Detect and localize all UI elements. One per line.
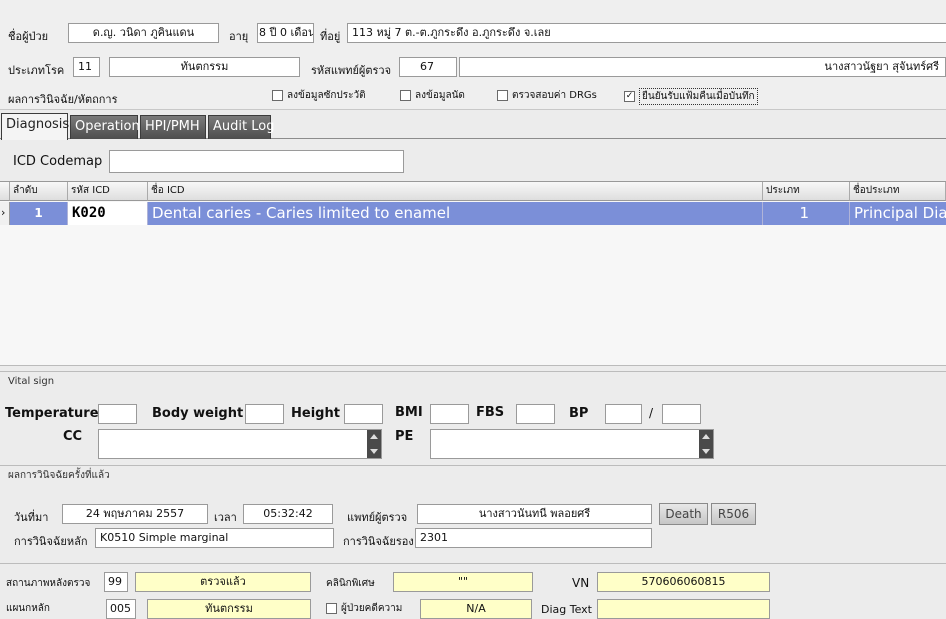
height-input[interactable]	[344, 404, 383, 424]
death-button[interactable]: Death	[659, 503, 708, 525]
disease-type-name-field[interactable]: ทันตกรรม	[109, 57, 300, 77]
bmi-label: BMI	[395, 405, 423, 420]
row-icd-name[interactable]: Dental caries - Caries limited to enamel	[148, 202, 763, 225]
temperature-input[interactable]	[98, 404, 137, 424]
sick-case-checkbox[interactable]: ผู้ป่วยคดีความ	[326, 601, 402, 616]
grid-indicator-header	[0, 182, 10, 201]
row-type[interactable]: 1	[763, 202, 850, 225]
row-no[interactable]: 1	[10, 202, 68, 225]
height-label: Height	[291, 406, 340, 421]
vital-sign-header: Vital sign	[0, 371, 946, 391]
column-header-icd-name[interactable]: ชื่อ ICD	[148, 182, 763, 201]
icd-codemap-label: ICD Codemap	[13, 154, 103, 169]
sick-case-field[interactable]: N/A	[420, 599, 532, 619]
bp-separator: /	[649, 406, 654, 420]
bp-label: BP	[569, 406, 589, 421]
column-header-icd-code[interactable]: รหัส ICD	[68, 182, 148, 201]
pe-textarea[interactable]	[430, 429, 714, 459]
tab-hpi-pmh[interactable]: HPI/PMH	[140, 115, 206, 139]
special-clinic-field[interactable]: ""	[393, 572, 533, 592]
tab-audit-log[interactable]: Audit Log	[208, 115, 274, 139]
checkbox-box[interactable]	[326, 603, 337, 614]
appointment-checkbox[interactable]: ลงข้อมูลนัด	[400, 88, 465, 103]
row-type-name[interactable]: Principal Diag	[850, 202, 946, 225]
prev-date-label: วันที่มา	[14, 511, 49, 524]
cc-label: CC	[63, 429, 83, 444]
bp-diastolic-input[interactable]	[662, 404, 701, 424]
diagnosis-grid: ลำดับ รหัส ICD ชื่อ ICD ประเภท ชื่อประเภ…	[0, 181, 946, 366]
cc-scrollbar[interactable]	[367, 430, 381, 458]
footer-divider	[0, 563, 946, 564]
checkbox-label: ลงข้อมูลนัด	[415, 90, 465, 101]
bp-systolic-input[interactable]	[605, 404, 642, 424]
age-label: อายุ	[229, 30, 249, 43]
disease-type-code-field[interactable]: 11	[73, 57, 100, 77]
prev-date-field[interactable]: 24 พฤษภาคม 2557	[62, 504, 208, 524]
checkbox-label: ผู้ป่วยคดีความ	[341, 603, 403, 614]
sub-dx-field[interactable]: 2301	[415, 528, 652, 548]
fbs-input[interactable]	[516, 404, 555, 424]
prev-time-label: เวลา	[214, 511, 237, 524]
fbs-label: FBS	[476, 405, 505, 420]
age-field[interactable]: 8 ปี 0 เดือน	[257, 23, 314, 43]
doctor-code-field[interactable]: 67	[399, 57, 457, 77]
body-weight-label: Body weight	[152, 406, 244, 421]
diag-text-field[interactable]	[597, 599, 770, 619]
prev-doctor-field[interactable]: นางสาวนันทนี พลอยศรี	[417, 504, 652, 524]
pe-scrollbar[interactable]	[699, 430, 713, 458]
address-label: ที่อยู่	[320, 30, 341, 43]
status-label: สถานภาพหลังตรวจ	[6, 578, 91, 589]
prev-time-field[interactable]: 05:32:42	[243, 504, 333, 524]
doctor-code-label: รหัสแพทย์ผู้ตรวจ	[311, 64, 392, 77]
row-pointer-icon: ›	[0, 202, 10, 225]
previous-diagnosis-header: ผลการวินิจฉัยครั้งที่แล้ว	[0, 465, 946, 485]
drgs-checkbox[interactable]: ตรวจสอบค่า DRGs	[497, 88, 597, 103]
result-label: ผลการวินิจฉัย/หัตถการ	[8, 93, 118, 106]
checkbox-box[interactable]	[272, 90, 283, 101]
disease-type-label: ประเภทโรค	[8, 64, 65, 77]
dept-label: แผนกหลัก	[6, 603, 50, 614]
patient-name-field[interactable]: ด.ญ. วนิดา ภูคินแดน	[68, 23, 219, 43]
checkbox-box[interactable]	[400, 90, 411, 101]
history-checkbox[interactable]: ลงข้อมูลซักประวัติ	[272, 88, 366, 103]
column-header-no[interactable]: ลำดับ	[10, 182, 68, 201]
status-name-field[interactable]: ตรวจแล้ว	[135, 572, 311, 592]
address-field[interactable]: 113 หมู่ 7 ต.-ต.ภูกระดึง อ.ภูกระดึง จ.เล…	[347, 23, 946, 43]
checkbox-label: ตรวจสอบค่า DRGs	[512, 90, 597, 101]
check-icon[interactable]: ✓	[624, 91, 635, 102]
dept-name-field[interactable]: ทันตกรรม	[147, 599, 311, 619]
temperature-label: Temperature	[5, 406, 99, 421]
return-file-checkbox[interactable]: ✓ ยืนยันรับแฟ้มคืนเมื่อบันทึก	[624, 88, 758, 105]
checkbox-label: ยืนยันรับแฟ้มคืนเมื่อบันทึก	[639, 88, 758, 105]
body-weight-input[interactable]	[245, 404, 284, 424]
special-clinic-label: คลินิกพิเศษ	[326, 578, 375, 589]
checkbox-label: ลงข้อมูลซักประวัติ	[287, 90, 366, 101]
row-icd-code[interactable]: K020	[68, 202, 148, 225]
column-header-type-name[interactable]: ชื่อประเภท	[850, 182, 946, 201]
status-code-field[interactable]: 99	[104, 572, 128, 592]
column-header-type[interactable]: ประเภท	[763, 182, 850, 201]
vn-field[interactable]: 570606060815	[597, 572, 770, 592]
r506-button[interactable]: R506	[711, 503, 756, 525]
dept-code-field[interactable]: 005	[106, 599, 136, 619]
prev-doctor-label: แพทย์ผู้ตรวจ	[347, 511, 408, 524]
main-dx-label: การวินิจฉัยหลัก	[14, 535, 88, 548]
patient-header-panel	[0, 0, 946, 110]
tab-diagnosis[interactable]: Diagnosis	[1, 113, 69, 140]
main-dx-field[interactable]: K0510 Simple marginal	[95, 528, 334, 548]
patient-name-label: ชื่อผู้ป่วย	[8, 30, 49, 43]
sub-dx-label: การวินิจฉัยรอง	[343, 535, 414, 548]
checkbox-box[interactable]	[497, 90, 508, 101]
cc-textarea[interactable]	[98, 429, 382, 459]
bmi-input[interactable]	[430, 404, 469, 424]
doctor-name-field[interactable]: นางสาวนัฐยา สุจันทร์ศรี	[459, 57, 946, 77]
vn-label: VN	[572, 576, 590, 590]
table-row[interactable]: › 1 K020 Dental caries - Caries limited …	[0, 202, 946, 225]
icd-codemap-input[interactable]	[109, 150, 404, 173]
tab-operation[interactable]: Operation	[70, 115, 140, 139]
tab-bar: Diagnosis Operation HPI/PMH Audit Log	[0, 113, 946, 140]
pe-label: PE	[395, 429, 414, 444]
